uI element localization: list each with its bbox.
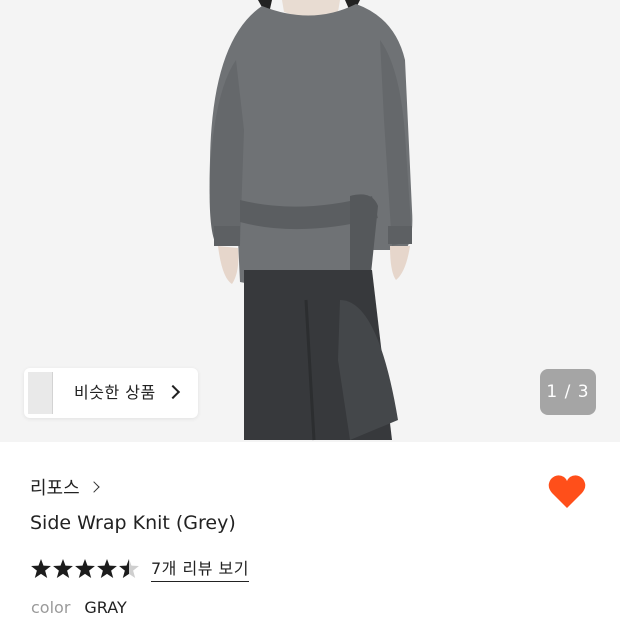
brand-name: 리포스: [30, 478, 80, 499]
star-icon: [97, 559, 117, 578]
similar-products-label: 비슷한 상품: [74, 383, 156, 402]
reviews-link[interactable]: 7개 리뷰 보기: [151, 555, 249, 582]
heart-icon[interactable]: [548, 474, 586, 510]
half-star-icon: [119, 559, 139, 578]
product-image[interactable]: 비슷한 상품 1 / 3: [0, 0, 620, 442]
brand-link[interactable]: 리포스: [30, 474, 100, 500]
similar-products-button[interactable]: 비슷한 상품: [24, 368, 198, 418]
product-title: Side Wrap Knit (Grey): [30, 512, 236, 534]
color-value: GRAY: [84, 598, 127, 617]
rating-row: 7개 리뷰 보기: [31, 555, 249, 582]
star-icon: [53, 559, 73, 578]
chevron-right-icon: [88, 481, 100, 493]
star-icon: [31, 559, 51, 578]
color-option-row: color GRAY: [31, 598, 127, 617]
rating-stars: [31, 559, 141, 578]
image-counter: 1 / 3: [540, 369, 596, 415]
chevron-right-icon: [165, 384, 181, 400]
stacked-thumbnails-icon: [28, 372, 62, 414]
color-label: color: [31, 598, 71, 617]
star-icon: [75, 559, 95, 578]
